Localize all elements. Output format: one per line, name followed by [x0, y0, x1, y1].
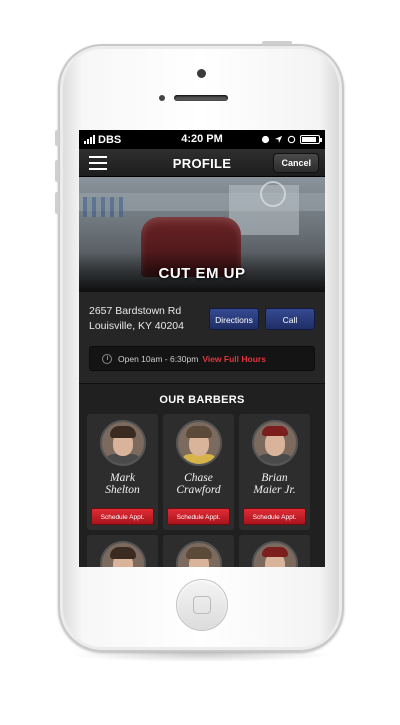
barber-first-name: Mark: [110, 472, 135, 484]
barbers-section: OUR BARBERS Mark Shelton Schedule Appt. …: [79, 384, 325, 567]
schedule-appt-button[interactable]: Schedule Appt.: [91, 508, 154, 525]
nav-bar: PROFILE Cancel: [79, 149, 325, 177]
barbers-section-title: OUR BARBERS: [159, 394, 245, 406]
schedule-appt-button[interactable]: Schedule Appt.: [167, 508, 230, 525]
call-button[interactable]: Call: [265, 308, 315, 330]
home-button[interactable]: [176, 579, 228, 631]
avatar: [251, 541, 298, 567]
avatar: [251, 420, 298, 466]
home-square-icon: [193, 596, 211, 614]
earpiece-speaker: [174, 95, 228, 101]
avatar: [175, 420, 222, 466]
barber-first-name: Brian: [261, 472, 288, 484]
clock-icon: [102, 353, 112, 364]
address-line-1: 2657 Bardstown Rd: [89, 305, 182, 317]
avatar: [99, 420, 146, 466]
shop-info: 2657 Bardstown Rd Louisville, KY 40204 D…: [79, 292, 325, 384]
view-full-hours-link[interactable]: View Full Hours: [202, 354, 266, 364]
shop-address: 2657 Bardstown Rd Louisville, KY 40204: [89, 304, 184, 334]
schedule-appt-button[interactable]: Schedule Appt.: [243, 508, 306, 525]
shop-hero-image: CUT EM UP: [79, 177, 325, 292]
status-time: 4:20 PM: [181, 133, 223, 145]
barber-last-name: Crawford: [176, 484, 221, 496]
hours-text: Open 10am - 6:30pm: [118, 353, 199, 364]
status-bar: DBS 4:20 PM: [79, 130, 325, 149]
cancel-button[interactable]: Cancel: [273, 152, 319, 173]
volume-down-button: [55, 192, 59, 214]
barber-card[interactable]: Mark Shelton Schedule Appt.: [87, 414, 158, 530]
barber-name: Brian Maier Jr.: [239, 472, 310, 498]
power-button: [262, 41, 292, 45]
battery-icon: [300, 135, 322, 144]
avatar: [99, 541, 146, 567]
avatar: [175, 541, 222, 567]
directions-button[interactable]: Directions: [209, 308, 259, 330]
address-line-2: Louisville, KY 40204: [89, 320, 184, 332]
mute-switch: [55, 130, 59, 146]
barber-first-name: Chase: [184, 472, 213, 484]
barber-card[interactable]: [87, 535, 158, 567]
barber-card[interactable]: [163, 535, 234, 567]
barber-last-name: Maier Jr.: [253, 484, 296, 496]
barber-last-name: Shelton: [105, 484, 140, 496]
camera-dot: [197, 69, 206, 78]
barber-card[interactable]: [239, 535, 310, 567]
hours-bar: Open 10am - 6:30pm View Full Hours: [89, 346, 315, 371]
volume-up-button: [55, 160, 59, 182]
front-camera: [159, 95, 165, 101]
app-screen: DBS 4:20 PM PROFILE Cancel CUT EM UP 265…: [79, 130, 325, 567]
shop-name: CUT EM UP: [158, 265, 246, 282]
barber-name: Chase Crawford: [163, 472, 234, 498]
barber-name: Mark Shelton: [87, 472, 158, 498]
barber-card[interactable]: Brian Maier Jr. Schedule Appt.: [239, 414, 310, 530]
barber-card[interactable]: Chase Crawford Schedule Appt.: [163, 414, 234, 530]
